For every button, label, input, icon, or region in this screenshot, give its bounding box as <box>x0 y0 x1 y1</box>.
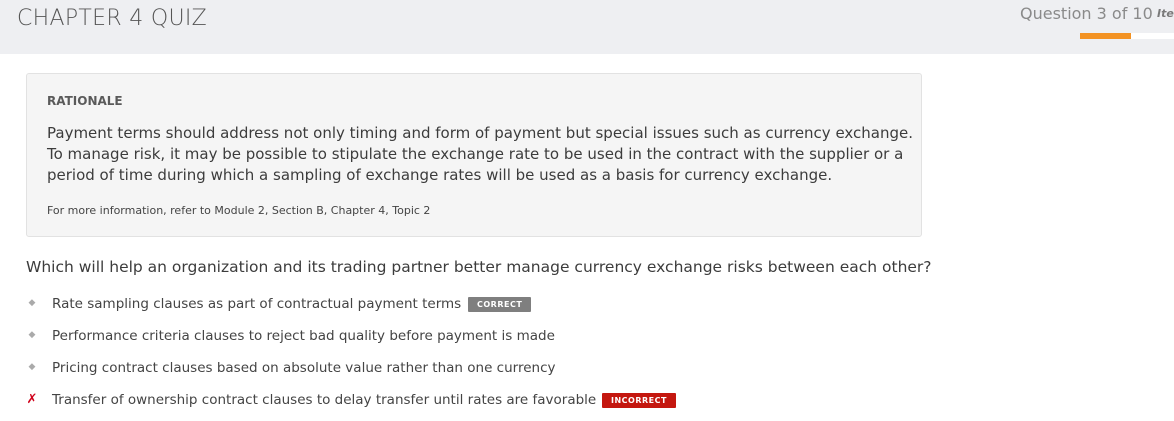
bullet-icon: ◆ <box>28 362 36 372</box>
incorrect-x-icon: ✗ <box>26 392 38 407</box>
progress-text: Question 3 of 10 Ite <box>1020 4 1174 23</box>
progress-bar-fill <box>1080 33 1131 39</box>
bullet-icon: ◆ <box>28 330 36 340</box>
rationale-text: Payment terms should address not only ti… <box>47 124 913 184</box>
answer-option[interactable]: ◆ Performance criteria clauses to reject… <box>26 328 726 350</box>
answer-text: Rate sampling clauses as part of contrac… <box>52 296 462 312</box>
rationale-panel: RATIONALE Payment terms should address n… <box>26 73 922 237</box>
answer-text: Transfer of ownership contract clauses t… <box>52 392 597 408</box>
question-text: Which will help an organization and its … <box>26 258 932 276</box>
rationale-reference: For more information, refer to Module 2,… <box>47 204 431 217</box>
item-reference: Ite <box>1157 7 1174 20</box>
progress-bar <box>1080 33 1174 39</box>
quiz-header: CHAPTER 4 QUIZ Question 3 of 10 Ite <box>0 0 1174 54</box>
answer-option[interactable]: ◆ Pricing contract clauses based on abso… <box>26 360 726 382</box>
answer-text: Performance criteria clauses to reject b… <box>52 328 555 344</box>
answer-option[interactable]: ✗ Transfer of ownership contract clauses… <box>26 392 726 414</box>
quiz-title: CHAPTER 4 QUIZ <box>17 6 208 31</box>
correct-badge: CORRECT <box>468 297 532 312</box>
rationale-heading: RATIONALE <box>47 94 123 108</box>
incorrect-badge: INCORRECT <box>602 393 676 408</box>
bullet-icon: ◆ <box>28 298 36 308</box>
answer-text: Pricing contract clauses based on absolu… <box>52 360 556 376</box>
question-counter: Question 3 of 10 <box>1020 4 1153 23</box>
answer-option[interactable]: ◆ Rate sampling clauses as part of contr… <box>26 296 726 318</box>
